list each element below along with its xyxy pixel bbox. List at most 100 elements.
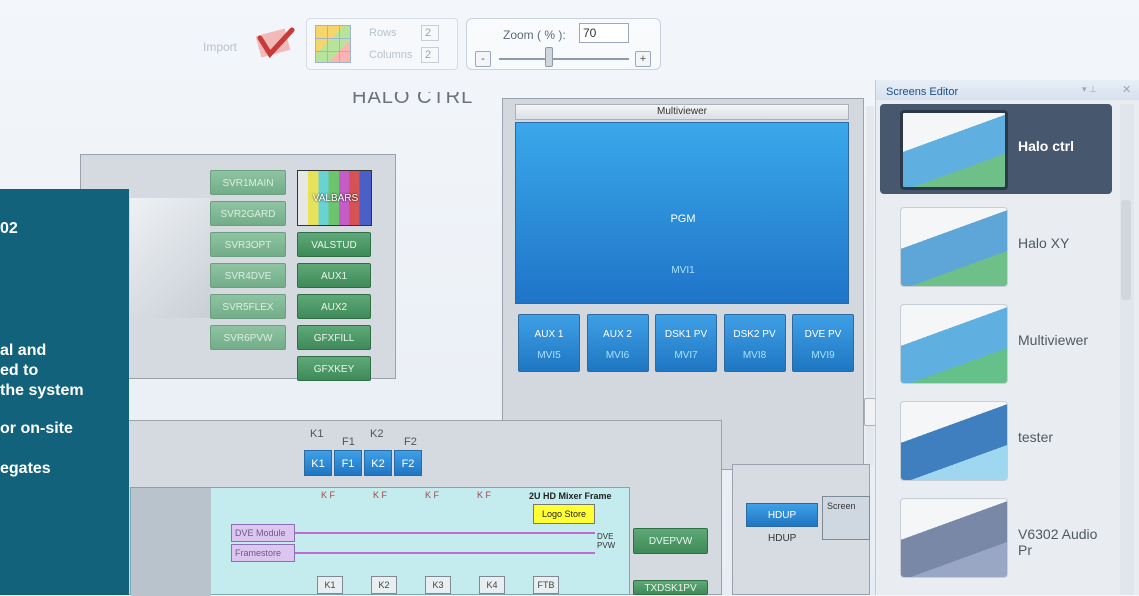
- device-image: [130, 198, 210, 318]
- source-button[interactable]: AUX1: [297, 263, 371, 288]
- keyer-top-label: K2: [370, 428, 384, 440]
- source-button[interactable]: AUX2: [297, 294, 371, 319]
- import-button[interactable]: Import: [203, 40, 237, 54]
- keyer-top-label: F2: [404, 436, 417, 448]
- multiviewer-button-sub: MVI9: [811, 350, 835, 361]
- multiviewer-source-button[interactable]: DVE PV MVI9: [792, 314, 854, 372]
- info-text-line: ed to: [0, 362, 39, 379]
- key-cell: K4: [479, 576, 505, 594]
- keyer-buttons: K1 F1 K2 F2: [304, 450, 434, 478]
- info-text-line: egates: [0, 460, 51, 477]
- screens-scrollbar[interactable]: [1120, 104, 1134, 595]
- zoom-slider-thumb[interactable]: [545, 47, 553, 67]
- key-cell: K2: [371, 576, 397, 594]
- multiviewer-source-button[interactable]: AUX 1 MVI5: [518, 314, 580, 372]
- keyer-button[interactable]: K2: [364, 450, 392, 476]
- mixer-diagram: DVE Module Framestore K F K F K F K F 2U HD…: [130, 487, 630, 596]
- source-button[interactable]: SVR6PVW: [210, 325, 286, 350]
- kf-label: K F: [425, 490, 440, 500]
- multiviewer-source-button[interactable]: AUX 2 MVI6: [586, 314, 649, 372]
- multiviewer-source-button[interactable]: DSK2 PV MVI8: [723, 314, 786, 372]
- screen-item-label: Halo ctrl: [1018, 138, 1075, 154]
- mixer-frame-label: 2U HD Mixer Frame: [529, 491, 612, 501]
- kf-label: K F: [373, 490, 388, 500]
- toolbar: Import Rows 2 Columns 2 Zoom ( % ): 70 -…: [0, 0, 1139, 78]
- dvepvw-button[interactable]: DVEPVW: [633, 528, 708, 554]
- multiviewer-button-label: DSK2 PV: [733, 329, 776, 340]
- framestore-box: Framestore: [231, 544, 295, 562]
- pgm-label: PGM: [670, 213, 696, 225]
- multiviewer-button-sub: MVI8: [742, 350, 767, 361]
- kf-label: K F: [477, 490, 492, 500]
- screens-list-item[interactable]: Multiviewer: [880, 298, 1112, 388]
- source-button[interactable]: SVR2GARD: [210, 201, 286, 226]
- screens-scroll-thumb[interactable]: [1121, 200, 1131, 300]
- zoom-slider-track[interactable]: [499, 58, 629, 60]
- brand-logo-icon[interactable]: [254, 24, 296, 60]
- zoom-out-button[interactable]: -: [475, 51, 491, 67]
- keyer-button[interactable]: F1: [334, 450, 362, 476]
- dve-pvw-label: DVE PVW: [597, 532, 616, 550]
- multiviewer-source-button[interactable]: DSK1 PV MVI7: [655, 314, 717, 372]
- source-button[interactable]: GFXKEY: [297, 356, 371, 381]
- zoom-input[interactable]: 70: [579, 23, 629, 43]
- multiviewer-buttons: AUX 1 MVI5 AUX 2 MVI6 DSK1 PV MVI7 DSK2 PV MVI8…: [518, 314, 858, 374]
- source-button[interactable]: SVR1MAIN: [210, 170, 286, 195]
- mixer-bus-line: [295, 532, 595, 534]
- screen-item-label: Halo XY: [1018, 235, 1070, 251]
- keyer-top-label: K1: [310, 428, 324, 440]
- source-button[interactable]: SVR4DVE: [210, 263, 286, 288]
- valbars-label: VALBARS: [312, 193, 359, 204]
- screen-thumbnail-preview: [900, 207, 1008, 287]
- screens-list-item[interactable]: tester: [880, 395, 1112, 485]
- pgm-monitor[interactable]: PGM MVI1: [515, 122, 849, 304]
- screen-item-label: tester: [1018, 429, 1054, 445]
- columns-label: Columns: [369, 49, 413, 61]
- page-title: HALO CTRL: [352, 92, 474, 106]
- hdup-label: HDUP: [768, 533, 797, 544]
- keyer-button[interactable]: F2: [394, 450, 422, 476]
- kf-labels: K FK FK FK F: [321, 490, 551, 502]
- design-canvas[interactable]: SVR1MAIN SVR2GARD SVR3OPT SVR4DVE SVR5FLEX SV…: [0, 78, 876, 596]
- columns-input[interactable]: 2: [421, 47, 439, 63]
- screens-list-item[interactable]: Halo ctrl: [880, 104, 1112, 194]
- zoom-label: Zoom ( % ):: [503, 28, 566, 42]
- source-button[interactable]: SVR5FLEX: [210, 294, 286, 319]
- key-cell: K3: [425, 576, 451, 594]
- multiviewer-button-sub: MVI6: [605, 350, 630, 361]
- valbars-preview[interactable]: VALBARS: [297, 170, 372, 226]
- source-button[interactable]: GFXFILL: [297, 325, 371, 350]
- screen-thumbnail-preview: [900, 304, 1008, 384]
- screen-thumbnail-preview: [900, 401, 1008, 481]
- info-overlay-box: 02 al and ed to the system or on-site egates: [0, 189, 129, 595]
- screen-item-label: Multiviewer: [1018, 332, 1089, 348]
- screen-thumbnail-preview: [900, 110, 1008, 190]
- logo-store-box: Logo Store: [533, 504, 595, 524]
- pin-icon[interactable]: ▾ ⊥: [1082, 84, 1097, 95]
- screen-label: Screen: [827, 501, 856, 511]
- hdup-button[interactable]: HDUP: [746, 503, 818, 527]
- zoom-in-button[interactable]: +: [635, 51, 651, 67]
- multiviewer-button-label: AUX 1: [534, 329, 564, 340]
- keyer-top-label: F1: [342, 436, 355, 448]
- grid-layout-icon[interactable]: [315, 25, 351, 63]
- source-button[interactable]: SVR3OPT: [210, 232, 286, 257]
- keyer-button[interactable]: K1: [304, 450, 332, 476]
- key-cell: FTB: [533, 576, 559, 594]
- screens-list-item[interactable]: Halo XY: [880, 201, 1112, 291]
- screens-editor-title: Screens Editor: [886, 86, 959, 98]
- screens-list-item[interactable]: V6302 Audio Pr: [880, 492, 1112, 582]
- mixer-bus-line: [295, 552, 595, 554]
- screens-editor-header: Screens Editor ▾ ⊥ ✕: [876, 80, 1139, 100]
- screen-item-label: V6302 Audio Pr: [1018, 526, 1098, 558]
- screen-thumbnail-preview: [900, 498, 1008, 578]
- screen-thumbnail[interactable]: Screen: [822, 496, 870, 540]
- keyer-labels: K1 F1 K2 F2: [310, 428, 430, 448]
- mixer-sources: [131, 488, 211, 596]
- txdsk1pv-button[interactable]: TXDSK1PV: [633, 580, 708, 595]
- rows-input[interactable]: 2: [421, 25, 439, 41]
- rows-label: Rows: [369, 27, 397, 39]
- close-icon[interactable]: ✕: [1122, 83, 1131, 96]
- source-button[interactable]: VALSTUD: [297, 232, 371, 257]
- screens-list: Halo ctrl Halo XY Multiviewer tester V6302 A…: [880, 104, 1120, 595]
